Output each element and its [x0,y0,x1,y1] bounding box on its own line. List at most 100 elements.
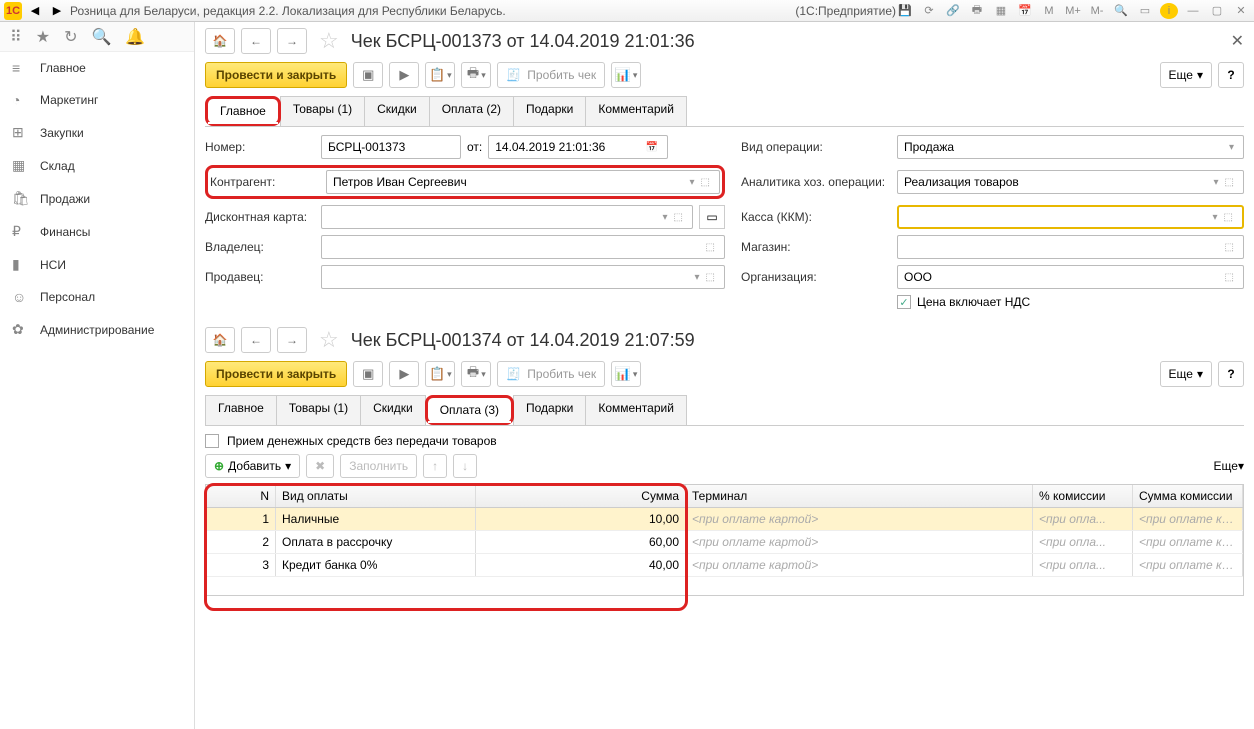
move-down-button[interactable]: ↓ [453,454,477,478]
windows-icon[interactable]: ▭ [1136,3,1154,19]
chevron-down-icon[interactable]: ▾ [687,177,698,188]
analytics-input[interactable]: ▾⬚ [897,170,1244,194]
org-input[interactable]: ⬚ [897,265,1244,289]
nav-personnel[interactable]: ☺Персонал [0,281,194,313]
nav-sales[interactable]: 🛍Продажи [0,182,194,215]
back-button[interactable]: ← [241,327,271,353]
forward-button[interactable]: → [277,28,307,54]
min-icon[interactable]: — [1184,3,1202,19]
back-button[interactable]: ← [241,28,271,54]
nav-main[interactable]: ≡Главное [0,52,194,84]
zoom-icon[interactable]: 🔍 [1112,3,1130,19]
fill-button[interactable]: Заполнить [340,454,417,478]
home-button[interactable]: 🏠 [205,327,235,353]
more-button[interactable]: Еще▾ [1214,459,1244,473]
print-button[interactable]: 🖶 [461,62,491,88]
open-icon[interactable]: ⬚ [703,272,718,283]
forward-button[interactable]: → [277,327,307,353]
delete-button[interactable]: ✖ [306,454,334,478]
bell-icon[interactable]: 🔔 [125,27,145,47]
search-icon[interactable]: 🔍 [91,27,111,47]
move-up-button[interactable]: ↑ [423,454,447,478]
favorite-icon[interactable]: ☆ [319,327,339,353]
save-icon[interactable]: 💾 [896,3,914,19]
m-plus-icon[interactable]: M+ [1064,3,1082,19]
punch-button[interactable]: 🧾Пробить чек [497,361,605,387]
reports-button[interactable]: 📊 [611,62,641,88]
close-icon[interactable]: ✕ [1232,3,1250,19]
copy-button[interactable]: 📋 [425,361,455,387]
contractor-input[interactable]: ▾⬚ [326,170,720,194]
nav-finance[interactable]: ₽Финансы [0,215,194,248]
owner-input[interactable]: ⬚ [321,235,725,259]
open-icon[interactable]: ⬚ [1222,242,1237,253]
info-icon[interactable]: i [1160,3,1178,19]
nav-nsi[interactable]: ▮НСИ [0,248,194,281]
discount-input[interactable]: ▾⬚ [321,205,693,229]
star-icon[interactable]: ★ [36,27,50,47]
m-minus-icon[interactable]: M- [1088,3,1106,19]
open-icon[interactable]: ⬚ [1222,272,1237,283]
chevron-down-icon[interactable]: ▾ [660,212,671,223]
add-button[interactable]: ⊕Добавить▾ [205,454,300,478]
store-input[interactable]: ⬚ [897,235,1244,259]
nav-back-icon[interactable]: ◀ [26,2,44,20]
chevron-down-icon[interactable]: ▾ [1211,177,1222,188]
col-pct[interactable]: % комиссии [1033,485,1133,507]
tab-goods[interactable]: Товары (1) [276,395,361,425]
tab-discounts[interactable]: Скидки [364,96,430,126]
col-sum[interactable]: Сумма [476,485,686,507]
tab-goods[interactable]: Товары (1) [280,96,365,126]
nav-admin[interactable]: ✿Администрирование [0,313,194,346]
m-icon[interactable]: M [1040,3,1058,19]
grid-icon[interactable]: ▦ [992,3,1010,19]
tab-main[interactable]: Главное [205,395,277,425]
post-close-button[interactable]: Провести и закрыть [205,62,347,88]
apps-icon[interactable]: ⠿ [10,27,22,47]
calendar-icon[interactable]: 📅 [1016,3,1034,19]
save-button[interactable]: ▣ [353,361,383,387]
nav-fwd-icon[interactable]: ▶ [48,2,66,20]
nav-purchases[interactable]: ⊞Закупки [0,116,194,149]
table-row[interactable]: 3 Кредит банка 0% 40,00 <при оплате карт… [206,554,1243,577]
open-icon[interactable]: ⬚ [671,212,686,223]
nav-warehouse[interactable]: ▦Склад [0,149,194,182]
more-button[interactable]: Еще▾ [1160,62,1212,88]
open-icon[interactable]: ⬚ [1222,177,1237,188]
save-button[interactable]: ▣ [353,62,383,88]
favorite-icon[interactable]: ☆ [319,28,339,54]
reload-icon[interactable]: ⟳ [920,3,938,19]
tab-payment[interactable]: Оплата (3) [425,395,514,425]
number-input[interactable] [321,135,461,159]
tab-comment[interactable]: Комментарий [585,395,687,425]
col-com[interactable]: Сумма комиссии [1133,485,1243,507]
post-close-button[interactable]: Провести и закрыть [205,361,347,387]
tab-payment[interactable]: Оплата (2) [429,96,514,126]
chevron-down-icon[interactable]: ▾ [1210,212,1221,223]
card-button[interactable]: ▭ [699,205,725,229]
tab-discounts[interactable]: Скидки [360,395,426,425]
table-row[interactable]: 2 Оплата в рассрочку 60,00 <при оплате к… [206,531,1243,554]
col-type[interactable]: Вид оплаты [276,485,476,507]
home-button[interactable]: 🏠 [205,28,235,54]
print-icon[interactable]: 🖶 [968,3,986,19]
chevron-down-icon[interactable]: ▾ [692,272,703,283]
help-button[interactable]: ? [1218,361,1244,387]
history-icon[interactable]: ↻ [64,27,77,47]
punch-button[interactable]: 🧾Пробить чек [497,62,605,88]
copy-button[interactable]: 📋 [425,62,455,88]
close-doc-button[interactable]: ✕ [1231,31,1244,51]
tab-gifts[interactable]: Подарки [513,96,586,126]
seller-input[interactable]: ▾⬚ [321,265,725,289]
calendar-icon[interactable]: 📅 [643,142,661,153]
tab-gifts[interactable]: Подарки [513,395,586,425]
optype-select[interactable]: ▾ [897,135,1244,159]
link-icon[interactable]: 🔗 [944,3,962,19]
table-row[interactable]: 1 Наличные 10,00 <при оплате картой> <пр… [206,508,1243,531]
vat-checkbox[interactable]: ✓Цена включает НДС [897,295,1030,309]
post-button[interactable]: ▶ [389,62,419,88]
reports-button[interactable]: 📊 [611,361,641,387]
col-n[interactable]: N [206,485,276,507]
open-icon[interactable]: ⬚ [1221,212,1236,223]
help-button[interactable]: ? [1218,62,1244,88]
